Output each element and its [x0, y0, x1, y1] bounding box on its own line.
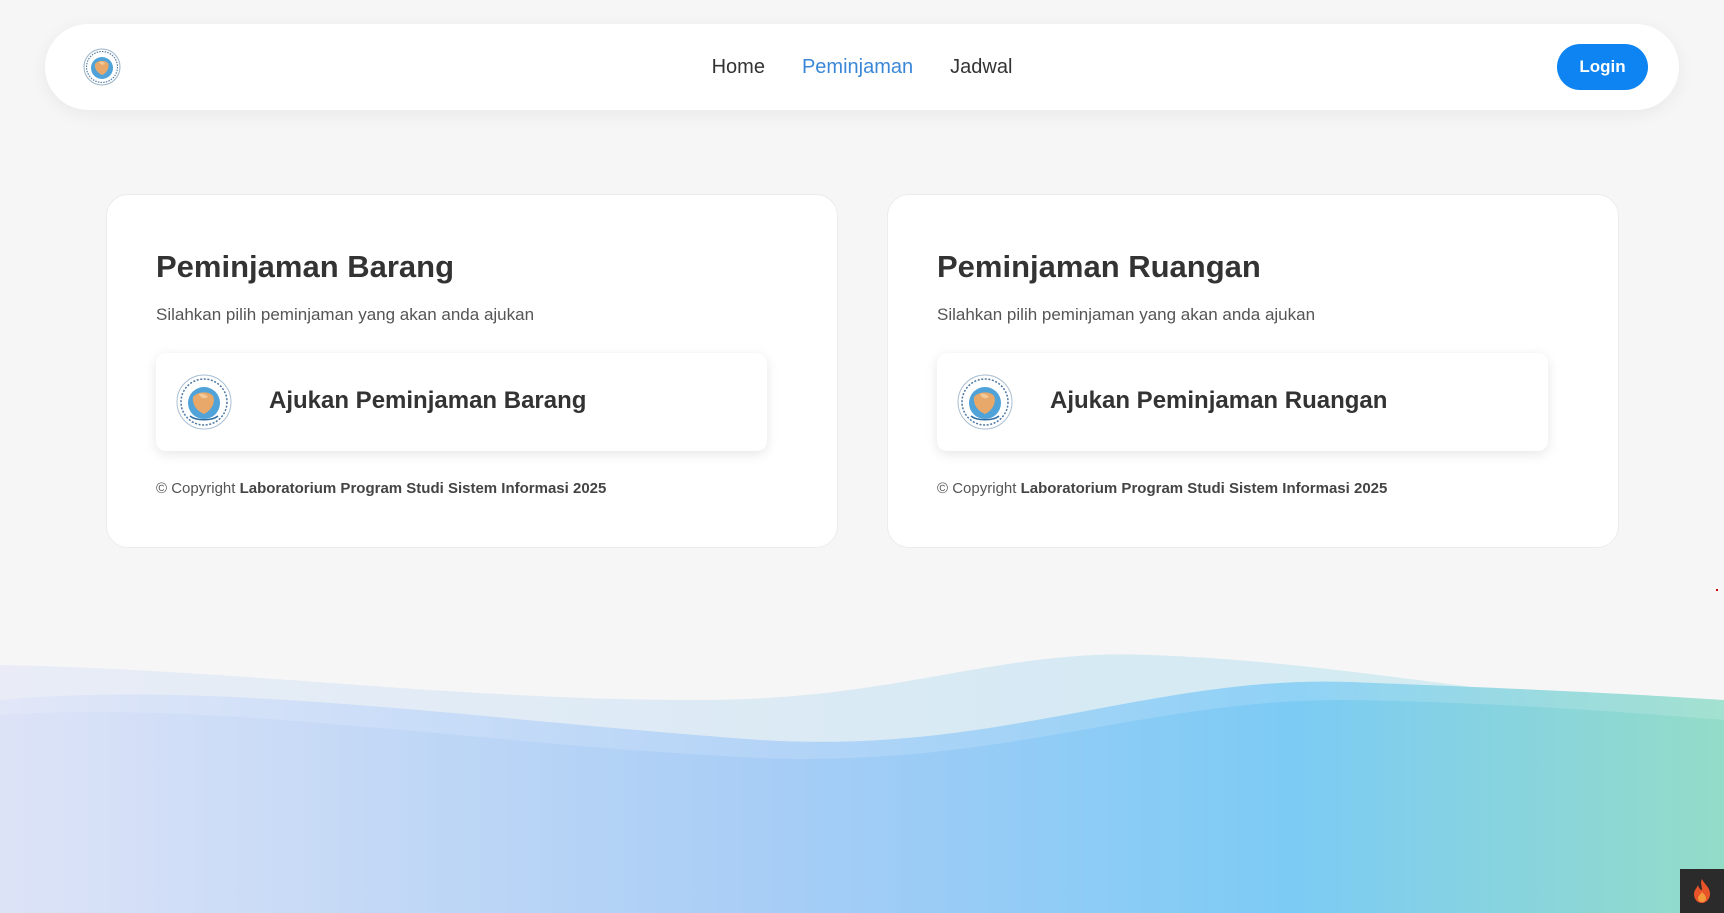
action-label: Ajukan Peminjaman Ruangan	[1050, 387, 1388, 414]
card-peminjaman-barang: Peminjaman Barang Silahkan pilih peminja…	[106, 194, 838, 548]
flame-icon[interactable]	[1680, 869, 1724, 913]
copyright-text: © Copyright Laboratorium Program Studi S…	[937, 480, 1387, 497]
nav-link-peminjaman[interactable]: Peminjaman	[802, 56, 913, 79]
nav-links: Home Peminjaman Jadwal	[45, 24, 1679, 110]
globe-seal-icon	[957, 374, 1013, 430]
navbar: Home Peminjaman Jadwal Login	[45, 24, 1679, 110]
copyright-prefix: © Copyright	[156, 480, 236, 497]
decorative-waves	[0, 654, 1724, 913]
action-label: Ajukan Peminjaman Barang	[269, 387, 587, 414]
stray-dot	[1716, 589, 1718, 591]
card-subtitle: Silahkan pilih peminjaman yang akan anda…	[937, 305, 1316, 324]
copyright-text: © Copyright Laboratorium Program Studi S…	[156, 480, 606, 497]
card-peminjaman-ruangan: Peminjaman Ruangan Silahkan pilih peminj…	[887, 194, 1619, 548]
card-subtitle: Silahkan pilih peminjaman yang akan anda…	[156, 305, 535, 324]
nav-link-jadwal[interactable]: Jadwal	[950, 56, 1012, 79]
copyright-owner: Laboratorium Program Studi Sistem Inform…	[1020, 480, 1388, 497]
card-title: Peminjaman Barang	[156, 249, 455, 284]
globe-seal-icon[interactable]	[83, 48, 121, 86]
ajukan-peminjaman-ruangan-button[interactable]: Ajukan Peminjaman Ruangan	[937, 353, 1548, 451]
nav-link-home[interactable]: Home	[712, 56, 765, 79]
ajukan-peminjaman-barang-button[interactable]: Ajukan Peminjaman Barang	[156, 353, 767, 451]
copyright-prefix: © Copyright	[937, 480, 1017, 497]
globe-seal-icon	[176, 374, 232, 430]
card-title: Peminjaman Ruangan	[937, 249, 1261, 284]
login-button[interactable]: Login	[1557, 44, 1648, 90]
copyright-owner: Laboratorium Program Studi Sistem Inform…	[239, 480, 607, 497]
